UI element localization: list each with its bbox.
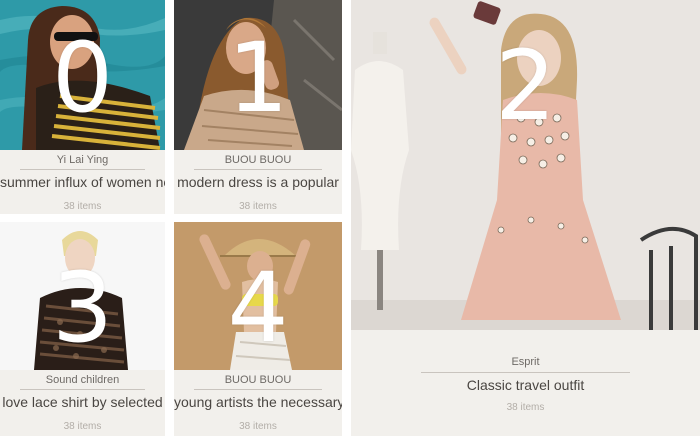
card-title: love lace shirt by selected bbox=[2, 394, 163, 410]
card-index-number: 4 bbox=[227, 252, 289, 364]
card-index-number: 2 bbox=[494, 30, 557, 142]
card-brand: Esprit bbox=[511, 356, 540, 368]
card-brand: BUOU BUOU bbox=[224, 154, 292, 166]
card-divider bbox=[421, 372, 630, 373]
card-item-count: 38 items bbox=[63, 421, 102, 432]
card-item-count: 38 items bbox=[506, 402, 545, 413]
collection-card-2[interactable]: 2 Esprit Classic travel outfit 38 items bbox=[351, 0, 700, 436]
card-brand: Yi Lai Ying bbox=[56, 154, 109, 166]
card-index-number: 1 bbox=[227, 22, 289, 134]
card-index-number: 0 bbox=[51, 22, 114, 134]
card-title: young artists the necessary bbox=[174, 394, 342, 410]
collection-card-1[interactable]: 1 BUOU BUOU modern dress is a popular 38… bbox=[174, 0, 342, 214]
card-index-number: 3 bbox=[51, 252, 114, 364]
card-brand: BUOU BUOU bbox=[224, 374, 292, 386]
collection-card-3[interactable]: 3 Sound children love lace shirt by sele… bbox=[0, 222, 165, 436]
card-title: Classic travel outfit bbox=[466, 377, 585, 393]
card-divider bbox=[20, 389, 145, 390]
card-brand: Sound children bbox=[45, 374, 120, 386]
card-divider bbox=[194, 389, 322, 390]
card-item-count: 38 items bbox=[239, 201, 277, 212]
card-item-count: 38 items bbox=[63, 201, 102, 212]
card-divider bbox=[20, 169, 145, 170]
card-title: modern dress is a popular bbox=[177, 174, 339, 190]
card-divider bbox=[194, 169, 322, 170]
card-item-count: 38 items bbox=[239, 421, 277, 432]
card-title: summer influx of women ne bbox=[0, 174, 165, 190]
collection-card-0[interactable]: 0 Yi Lai Ying summer influx of women ne … bbox=[0, 0, 165, 214]
collection-card-4[interactable]: 4 BUOU BUOU young artists the necessary … bbox=[174, 222, 342, 436]
